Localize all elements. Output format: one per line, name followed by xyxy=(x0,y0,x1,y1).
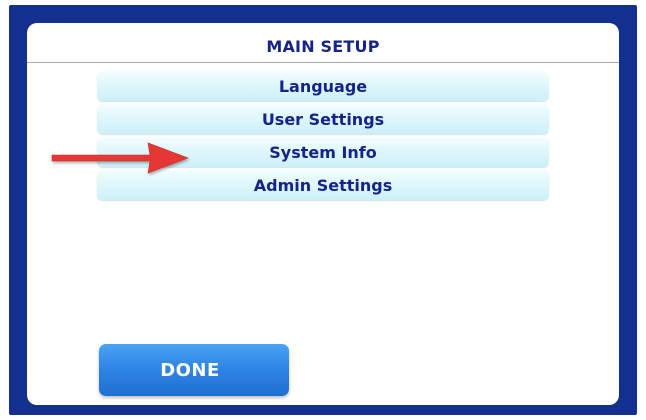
red-arrow-shape xyxy=(51,142,189,174)
done-button-label: DONE xyxy=(160,359,220,381)
title-bar: MAIN SETUP xyxy=(27,23,619,63)
menu-item-label: Admin Settings xyxy=(253,175,393,195)
device-frame: MAIN SETUP Language User Settings System… xyxy=(9,5,637,415)
menu-item-user-settings[interactable]: User Settings xyxy=(97,104,549,134)
setup-menu: Language User Settings System Info Admin… xyxy=(97,71,549,203)
red-arrow-icon xyxy=(51,142,189,174)
menu-item-language[interactable]: Language xyxy=(97,71,549,101)
menu-item-label: System Info xyxy=(269,142,377,162)
menu-item-label: Language xyxy=(278,76,368,96)
menu-item-label: User Settings xyxy=(261,109,385,129)
setup-screen: MAIN SETUP Language User Settings System… xyxy=(27,23,619,405)
done-button[interactable]: DONE xyxy=(99,344,289,396)
page-title: MAIN SETUP xyxy=(266,37,380,56)
